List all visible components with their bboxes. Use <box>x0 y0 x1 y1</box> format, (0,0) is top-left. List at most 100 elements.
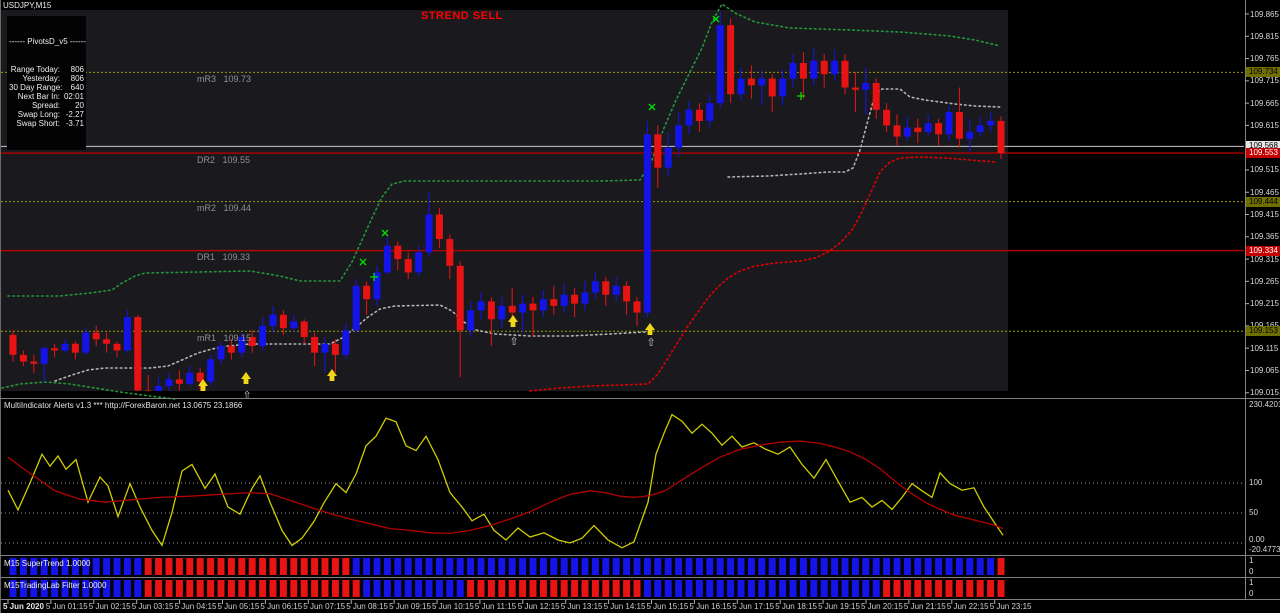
histogram-bar <box>893 580 901 597</box>
histogram-bar <box>727 558 735 575</box>
candle-body <box>675 125 683 148</box>
candle-body <box>404 259 412 273</box>
candle-body <box>727 25 735 95</box>
price-axis-highlight-109.734: 109.734 <box>1246 67 1280 78</box>
histogram-bar <box>851 558 859 575</box>
histogram-bar <box>123 580 131 597</box>
histogram-bar <box>227 580 235 597</box>
histogram-bar <box>633 558 641 575</box>
chart-canvas[interactable]: ⇧ ⇧ ⇧ <box>0 0 1280 613</box>
histogram-bar <box>248 580 256 597</box>
candle-body <box>227 345 235 353</box>
histogram-bar <box>529 580 537 597</box>
price-axis-label: 109.415 <box>1250 210 1279 220</box>
candle-body <box>612 285 620 295</box>
histogram-bar <box>706 580 714 597</box>
candle-body <box>914 127 922 133</box>
histogram-bar <box>872 580 880 597</box>
histogram-bar <box>747 558 755 575</box>
price-axis-highlight-109.444: 109.444 <box>1246 196 1280 207</box>
histogram-bar <box>695 580 703 597</box>
histogram-bar <box>446 558 454 575</box>
histogram-bar <box>175 580 183 597</box>
time-axis-label: 5 Jun 09:15 <box>389 602 431 611</box>
candle-body <box>924 123 932 133</box>
histogram-bar <box>238 580 246 597</box>
candle-body <box>51 348 59 351</box>
histogram-bar <box>675 558 683 575</box>
candle-body <box>602 281 610 295</box>
histogram-bar <box>519 558 527 575</box>
time-axis-label: 5 Jun 03:15 <box>131 602 174 611</box>
time-axis-label: 5 Jun 22:15 <box>946 602 989 611</box>
candle-body <box>529 303 537 311</box>
info-row: Yesterday: 806 <box>9 74 84 83</box>
candle-body <box>456 265 464 331</box>
histogram-bar <box>331 558 339 575</box>
histogram-bar <box>945 558 953 575</box>
histogram-bar <box>862 580 870 597</box>
info-row-label: Swap Short: <box>16 119 60 128</box>
time-axis-label: 5 Jun 06:15 <box>260 602 303 611</box>
histogram-bar <box>654 558 662 575</box>
histogram-bar <box>550 558 558 575</box>
candle-body <box>425 214 433 253</box>
histogram-bar <box>259 558 267 575</box>
histogram-bar <box>196 558 204 575</box>
info-row: Swap Short: -3.71 <box>9 119 84 128</box>
candle-body <box>394 245 402 260</box>
pivot-label-mR2: mR2 109.44 <box>197 203 252 214</box>
candle-body <box>30 361 38 364</box>
histogram-bar <box>134 558 142 575</box>
info-row-label: Yesterday: <box>22 74 60 83</box>
histogram-bar <box>477 558 485 575</box>
histogram-bar <box>165 558 173 575</box>
oscillator-line-yellow <box>7 413 1004 549</box>
histogram-bar <box>768 558 776 575</box>
histogram-bar <box>227 558 235 575</box>
pivot-label-DR1: DR1 109.33 <box>197 252 251 263</box>
histogram-bar <box>415 558 423 575</box>
histogram-bar <box>103 558 111 575</box>
histogram-bar <box>789 580 797 597</box>
histogram-bar <box>404 580 412 597</box>
info-row-label: Swap Long: <box>17 110 60 119</box>
candle-body <box>560 294 568 306</box>
histogram-bar <box>883 558 891 575</box>
histogram-bar <box>279 558 287 575</box>
price-axis-label: 109.715 <box>1250 76 1279 86</box>
histogram-bar <box>394 558 402 575</box>
histogram-bar <box>997 580 1005 597</box>
histogram-bar <box>799 558 807 575</box>
histogram-bar <box>623 558 631 575</box>
price-axis-label: 109.865 <box>1250 9 1279 19</box>
info-row: 30 Day Range: 640 <box>9 83 84 92</box>
hollow-arrow-icon: ⇧ <box>646 336 655 349</box>
histogram-bar <box>498 580 506 597</box>
time-axis-label: 5 Jun 20:15 <box>861 602 903 611</box>
candle-body <box>945 112 953 135</box>
histogram-bar <box>529 558 537 575</box>
candle-body <box>498 305 506 320</box>
info-row-label: Spread: <box>31 101 60 110</box>
histogram-bar <box>331 580 339 597</box>
histogram-bar <box>155 580 163 597</box>
candle-body <box>155 386 163 391</box>
candle-body <box>571 294 579 304</box>
time-axis-label: 5 Jun 08:15 <box>346 602 388 611</box>
candle-body <box>695 109 703 121</box>
time-axis-label: 5 Jun 11:15 <box>474 602 517 611</box>
time-axis-label: 5 Jun 10:15 <box>432 602 474 611</box>
histogram-bar <box>862 558 870 575</box>
candle-body <box>446 239 454 266</box>
histogram-bar <box>508 558 516 575</box>
histogram-bar <box>903 558 911 575</box>
candle-body <box>477 301 485 311</box>
histogram-bar <box>113 558 121 575</box>
candle-body <box>747 78 755 86</box>
histogram-bar <box>519 580 527 597</box>
candle-body <box>9 334 17 355</box>
candle-body <box>664 147 672 168</box>
candle-body <box>508 305 516 313</box>
histogram-bar <box>373 558 381 575</box>
